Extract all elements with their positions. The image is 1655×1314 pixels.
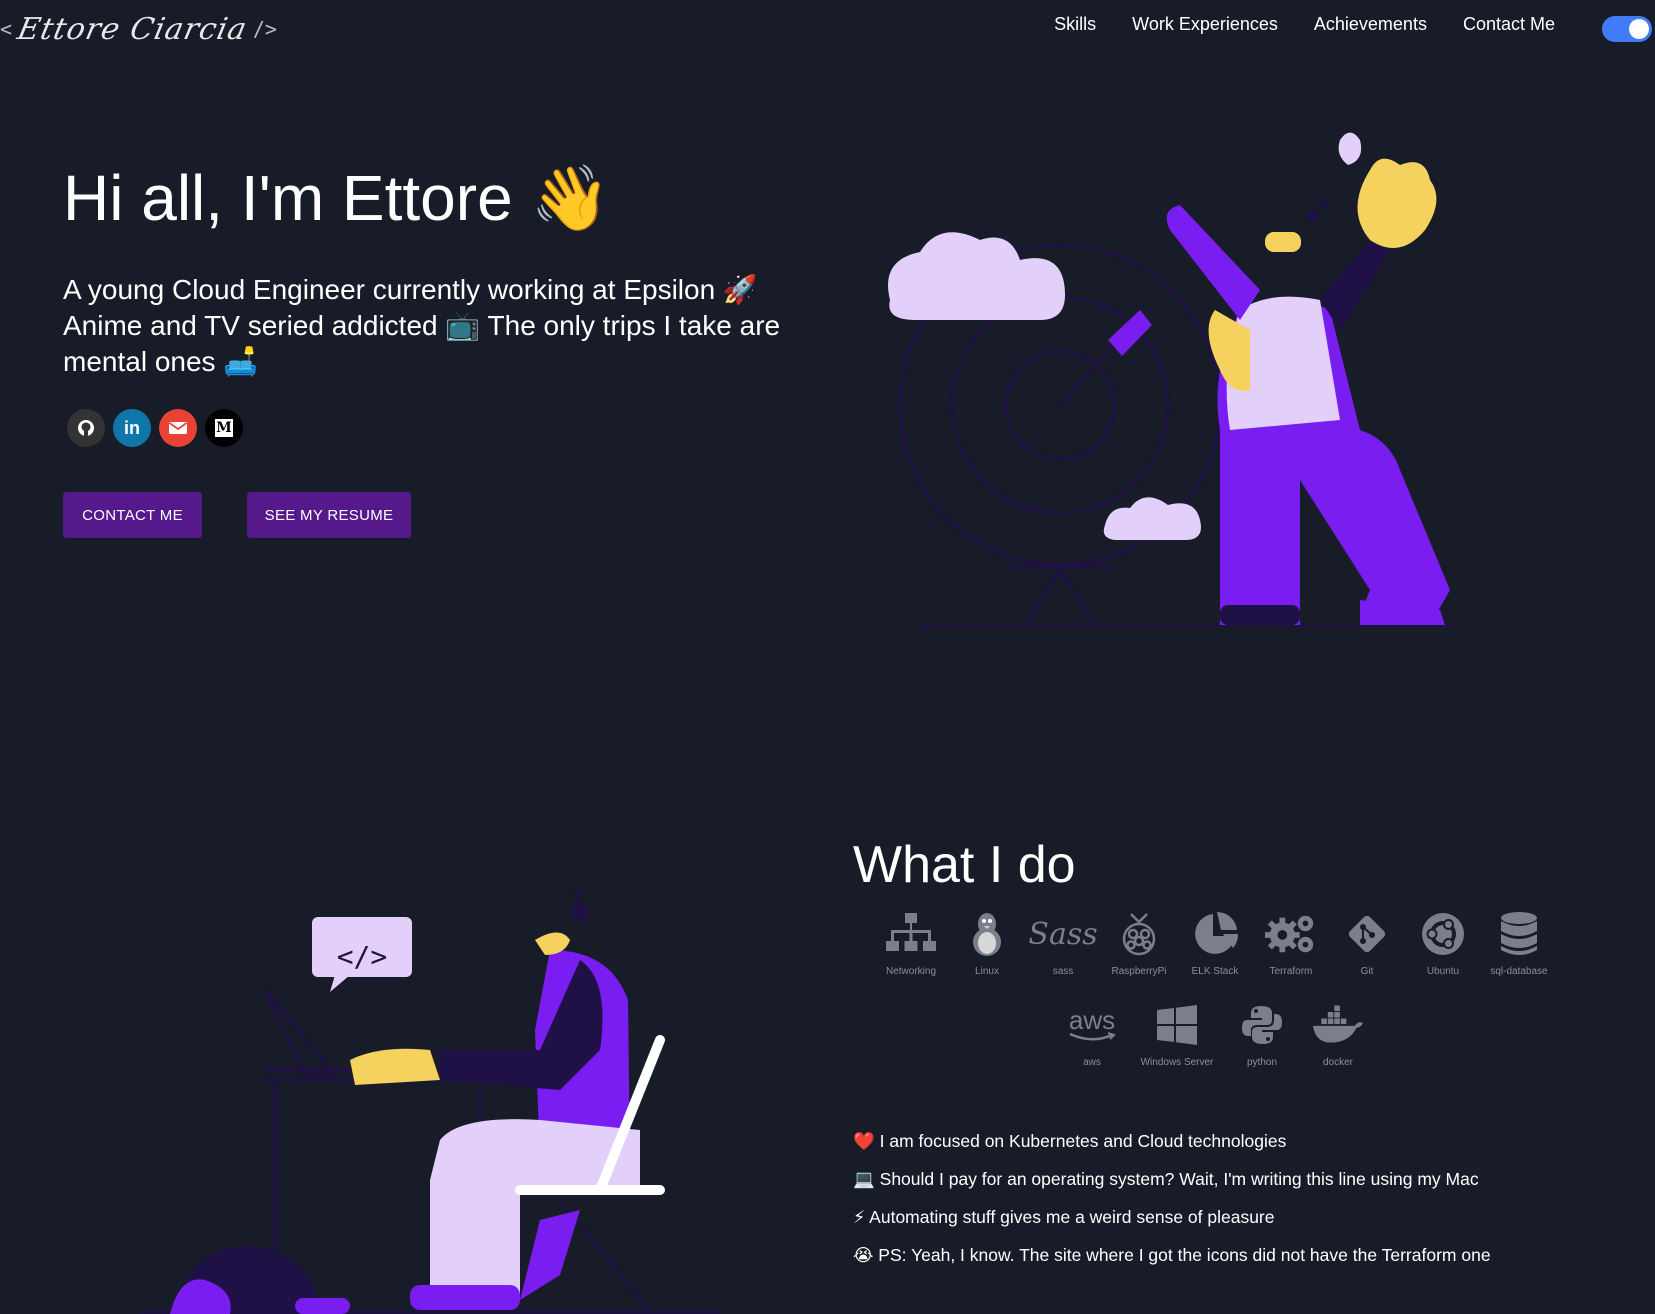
code-bubble-text: </> xyxy=(336,939,388,973)
list-item: 😭 PS: Yeah, I know. The site where I got… xyxy=(853,1245,1491,1265)
contact-me-button[interactable]: CONTACT ME xyxy=(63,492,202,538)
docker-icon xyxy=(1312,999,1364,1051)
python-icon xyxy=(1236,999,1288,1051)
windows-icon xyxy=(1151,999,1203,1051)
sass-icon: Sass xyxy=(1028,916,1098,952)
ubuntu-icon xyxy=(1417,908,1469,960)
skill-sql-database: sql-database xyxy=(1488,908,1550,977)
skill-sass: Sass sass xyxy=(1028,908,1098,978)
skill-label: Git xyxy=(1360,966,1374,977)
skill-label: sass xyxy=(1052,966,1074,977)
what-i-do-points: ❤️ I am focused on Kubernetes and Cloud … xyxy=(853,1122,1491,1274)
site-logo[interactable]: < Ettore Ciarcia /> xyxy=(0,4,277,54)
list-item: ❤️ I am focused on Kubernetes and Cloud … xyxy=(853,1131,1287,1151)
gears-icon xyxy=(1265,908,1317,960)
skill-linux: Linux xyxy=(956,908,1018,977)
nav-skills[interactable]: Skills xyxy=(1054,14,1096,35)
skill-label: docker xyxy=(1322,1057,1353,1068)
toggle-knob xyxy=(1629,19,1649,39)
logo-signature: Ettore Ciarcia xyxy=(14,11,251,47)
skill-networking: Networking xyxy=(880,908,942,977)
social-links: in M xyxy=(67,409,243,447)
skill-label: Linux xyxy=(975,966,999,977)
list-item: ⚡ Automating stuff gives me a weird sens… xyxy=(853,1207,1275,1227)
nav-achievements[interactable]: Achievements xyxy=(1314,14,1427,35)
skill-aws: aws aws xyxy=(1061,999,1123,1068)
raspberry-pi-icon xyxy=(1113,908,1165,960)
skill-elk-stack: ELK Stack xyxy=(1184,908,1246,977)
skill-ubuntu: Ubuntu xyxy=(1412,908,1474,977)
skill-windows-server: Windows Server xyxy=(1137,999,1217,1068)
hero-subtitle: A young Cloud Engineer currently working… xyxy=(63,274,781,377)
database-icon xyxy=(1493,908,1545,960)
skill-terraform: Terraform xyxy=(1260,908,1322,977)
skill-git: Git xyxy=(1336,908,1398,977)
skill-python: python xyxy=(1231,999,1293,1068)
what-i-do-title: What I do xyxy=(853,836,1076,894)
skill-docker: docker xyxy=(1307,999,1369,1068)
skill-raspberrypi: RaspberryPi xyxy=(1108,908,1170,977)
skill-label: Networking xyxy=(885,966,937,977)
skill-label: aws xyxy=(1083,1057,1101,1068)
elk-pie-icon xyxy=(1189,908,1241,960)
medium-icon[interactable]: M xyxy=(205,409,243,447)
coding-illustration xyxy=(140,891,720,1314)
aws-icon: aws xyxy=(1066,999,1118,1051)
mail-icon[interactable] xyxy=(159,409,197,447)
see-resume-button[interactable]: SEE MY RESUME xyxy=(247,492,411,538)
network-icon xyxy=(885,908,937,960)
linkedin-icon[interactable]: in xyxy=(113,409,151,447)
hero-illustration xyxy=(888,132,1460,627)
theme-toggle[interactable] xyxy=(1602,16,1652,42)
skill-label: ELK Stack xyxy=(1191,966,1239,977)
nav-contact-me[interactable]: Contact Me xyxy=(1463,14,1555,35)
logo-close-bracket: /> xyxy=(252,17,277,41)
skill-label: Terraform xyxy=(1269,966,1313,977)
skill-label: sql-database xyxy=(1490,966,1548,977)
logo-open-bracket: < xyxy=(0,17,13,41)
hero-title: Hi all, I'm Ettore 👋 xyxy=(63,162,611,234)
github-icon[interactable] xyxy=(67,409,105,447)
linux-icon xyxy=(961,908,1013,960)
main-nav: Skills Work Experiences Achievements Con… xyxy=(1054,14,1555,35)
skills-icons: Networking Linux Sass sass RaspberryPi E… xyxy=(870,908,1560,1068)
skill-label: RaspberryPi xyxy=(1111,966,1167,977)
skill-label: Windows Server xyxy=(1140,1057,1214,1068)
list-item: 💻 Should I pay for an operating system? … xyxy=(853,1169,1479,1189)
skill-label: python xyxy=(1246,1057,1278,1068)
nav-work-experiences[interactable]: Work Experiences xyxy=(1132,14,1278,35)
git-icon xyxy=(1341,908,1393,960)
skill-label: Ubuntu xyxy=(1426,966,1460,977)
